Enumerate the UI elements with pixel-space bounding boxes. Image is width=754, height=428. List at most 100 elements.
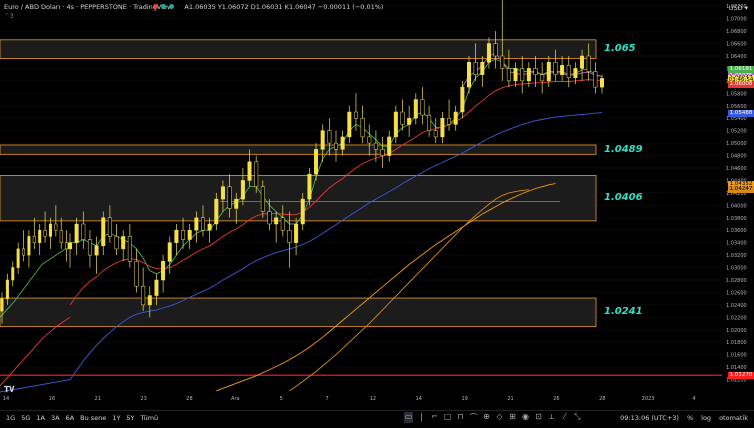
zone-price-label: 1.0406 (604, 192, 643, 204)
price-tick-label: 1.04000 (726, 203, 747, 209)
time-tick-label: 21 (95, 396, 101, 402)
indicator-toggle[interactable]: ˅ 3 (5, 13, 14, 20)
candle-body (141, 285, 146, 306)
candle-body (387, 136, 392, 156)
drawing-tool-icon[interactable]: | (417, 412, 426, 423)
drawing-tool-icon[interactable]: ◇ (495, 412, 504, 423)
candle-body (327, 130, 332, 144)
log-toggle[interactable]: log (701, 414, 711, 422)
timeframe-button[interactable]: 3A (51, 414, 60, 422)
candle-body (214, 198, 219, 225)
candle-body (513, 68, 518, 82)
candle-body (473, 61, 478, 75)
timeframe-button[interactable]: 5Y (126, 414, 134, 422)
candle-body (334, 142, 338, 150)
timeframe-button[interactable]: Tümü (141, 414, 159, 422)
candle-body (480, 61, 485, 75)
chart-area[interactable]: 1.072001.070001.068001.066001.064001.062… (0, 0, 754, 424)
time-tick-label: 4 (692, 396, 695, 402)
candle-body (600, 78, 604, 88)
candle-body (367, 136, 372, 144)
price-chart[interactable]: 1.072001.070001.068001.066001.064001.062… (0, 0, 754, 424)
timeframe-button[interactable]: 5G (21, 414, 30, 422)
candle-body (380, 149, 385, 156)
candle-body (247, 161, 252, 181)
drawing-tool-icon[interactable]: ⊓ (456, 412, 465, 423)
drawing-tool-icon[interactable]: ⟂ (547, 412, 556, 423)
candle-body (593, 71, 598, 88)
tradingview-logo-icon[interactable]: 𝐓𝐕 (4, 385, 14, 395)
percent-toggle[interactable]: % (687, 414, 693, 422)
time-tick-label: 28 (186, 396, 192, 402)
timeframe-button[interactable]: 6A (66, 414, 75, 422)
status-dots (153, 4, 174, 9)
time-tick-label: 26 (553, 396, 559, 402)
drawing-tool-icon[interactable]: ⁄ (560, 412, 569, 423)
candle-body (347, 111, 352, 138)
ohlc-readout: A1.06035 Y1.06072 D1.06031 K1.06047 −0.0… (184, 3, 384, 11)
candle-body (194, 217, 199, 231)
support-resistance-zone (0, 144, 597, 155)
candle-body (201, 217, 205, 231)
candle-body (81, 223, 86, 240)
timeframe-button[interactable]: 1Y (112, 414, 120, 422)
drawing-tool-icon[interactable]: ⌐ (430, 412, 439, 423)
candle-body (59, 229, 63, 243)
candle-body (107, 217, 112, 237)
drawing-tool-icon[interactable]: ▢ (443, 412, 452, 423)
candle-body (94, 245, 99, 256)
candle-body (121, 236, 126, 250)
candle-body (586, 55, 591, 72)
timeframe-button[interactable]: 1G (6, 414, 15, 422)
candle-body (87, 239, 92, 256)
price-tick-label: 1.03200 (726, 253, 747, 259)
time-tick-label: 5 (280, 396, 283, 402)
candle-body (420, 99, 425, 116)
currency-selector[interactable]: USD ▾ (729, 4, 748, 12)
symbol-title[interactable]: Euro / ABD Doları · 4s · PEPPERSTONE · T… (4, 3, 172, 11)
candle-body (467, 61, 471, 88)
candle-body (400, 111, 405, 125)
candle-body (48, 223, 52, 237)
candle-body (360, 117, 365, 138)
support-resistance-zone (0, 297, 597, 328)
candle-body (240, 180, 245, 200)
drawing-tool-icon[interactable]: ⤡ (573, 412, 582, 423)
candle-body (54, 223, 58, 231)
candle-body (566, 65, 571, 79)
candle-body (520, 68, 525, 82)
clock[interactable]: 09:13:06 (UTC+3) (620, 414, 679, 422)
timeframe-button[interactable]: 1A (36, 414, 45, 422)
drawing-tool-icon[interactable]: ⌒ (469, 412, 478, 423)
drawing-tool-icon[interactable]: ◉ (521, 412, 530, 423)
candle-body (16, 248, 20, 268)
drawing-tool-icon[interactable]: ⊞ (508, 412, 517, 423)
candle-body (580, 55, 585, 69)
candle-body (340, 136, 345, 150)
candle-body (506, 68, 511, 82)
status-dot (169, 4, 174, 9)
timeframe-list: 1G 5G 1A 3A 6A Bu sene 1Y 5Y Tümü (6, 414, 158, 422)
right-info: 09:13:06 (UTC+3) % log otomatik (620, 414, 748, 422)
drawing-tool-icon[interactable]: ⊡ (534, 412, 543, 423)
drawing-tool-icon[interactable]: ⊕ (482, 412, 491, 423)
candle-body (181, 229, 186, 240)
candle-body (294, 223, 299, 243)
timeframe-button[interactable]: Bu sene (80, 414, 106, 422)
candle-body (353, 111, 358, 119)
candle-body (500, 55, 505, 69)
time-tick-label: 16 (49, 396, 55, 402)
time-tick-label: 21 (507, 396, 513, 402)
time-tick-label: 12 (370, 396, 376, 402)
candle-body (154, 279, 159, 296)
candle-body (427, 114, 432, 131)
price-axis-badge: 1.04247 (728, 185, 754, 193)
status-dot (161, 4, 166, 9)
candle-body (5, 279, 9, 299)
candle-body (407, 117, 412, 125)
auto-toggle[interactable]: otomatik (719, 414, 748, 422)
drawing-tool-icon[interactable]: ▭ (404, 412, 413, 423)
time-tick-label: 14 (416, 396, 422, 402)
price-tick-label: 1.01400 (726, 365, 747, 371)
price-tick-label: 1.03000 (726, 266, 747, 272)
